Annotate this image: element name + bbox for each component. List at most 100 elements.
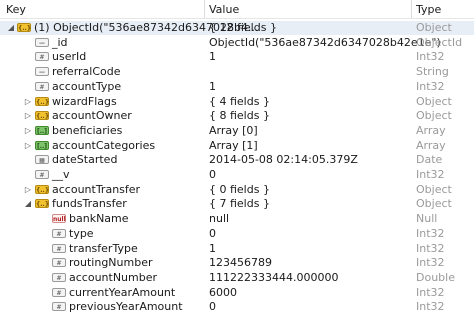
field-value[interactable]: 0 [209,168,216,182]
field-key: referralCode [52,65,121,79]
field-value[interactable]: 6000 [209,286,237,300]
number-icon: # [52,287,66,297]
field-value[interactable]: 123456789 [209,256,272,270]
tree-row[interactable]: # accountType 1 Int32 [0,80,474,94]
column-header-key[interactable]: Key [6,3,26,16]
field-value[interactable]: 1 [209,80,216,94]
number-icon: # [52,302,66,312]
expand-arrow-icon[interactable]: ▷ [23,124,33,138]
field-value[interactable]: 2014-05-08 02:14:05.379Z [209,153,358,167]
field-value[interactable]: 0 [209,227,216,241]
array-icon: [..] [35,140,49,150]
field-key: beneficiaries [52,123,123,137]
field-value[interactable]: Array [1] [209,139,258,153]
string-icon: — [35,67,49,77]
tree-row[interactable]: ▦ dateStarted 2014-05-08 02:14:05.379Z Date [0,153,474,167]
field-key: type [69,226,94,240]
field-value[interactable]: 111222333444.000000 [209,271,338,285]
field-type: Double [416,270,455,284]
field-value[interactable]: ObjectId("536ae87342d6347028b42e1e") [209,36,441,50]
expand-arrow-icon[interactable]: ▷ [23,95,33,109]
collapse-arrow-icon[interactable]: ◢ [23,197,33,211]
field-value[interactable]: { 0 fields } [209,183,270,197]
field-value[interactable]: { 12 fields } [209,21,277,35]
expand-arrow-icon[interactable]: ▷ [23,139,33,153]
tree-row[interactable]: null bankName null Null [0,212,474,226]
field-type: Int32 [416,285,445,299]
tree-row[interactable]: # previousYearAmount 0 Int32 [0,300,474,314]
document-tree-view[interactable]: Key Value Type ◢ {..} (1) ObjectId("536ae8… [0,0,474,329]
field-type: Int32 [416,79,445,93]
tree-row[interactable]: ▷ {..} wizardFlags { 4 fields } Object [0,95,474,109]
tree-row[interactable]: ▷ {..} accountTransfer { 0 fields } Object [0,183,474,197]
field-key: accountNumber [69,270,158,284]
tree-row[interactable]: # type 0 Int32 [0,227,474,241]
number-icon: # [52,272,66,282]
number-icon: # [52,228,66,238]
field-key: accountType [52,79,122,93]
field-type: Int32 [416,300,445,314]
field-value[interactable]: Array [0] [209,124,258,138]
field-type: Object [416,94,452,108]
tree-row[interactable]: # transferType 1 Int32 [0,242,474,256]
object-icon: {..} [35,184,50,194]
object-icon: {..} [17,23,32,32]
string-icon: — [35,37,49,47]
column-header-type[interactable]: Type [416,3,441,16]
field-value[interactable]: 1 [209,242,216,256]
field-value[interactable]: { 8 fields } [209,109,270,123]
tree-row[interactable]: # currentYearAmount 6000 Int32 [0,286,474,300]
column-divider[interactable] [204,0,205,18]
tree-row[interactable]: # userId 1 Int32 [0,50,474,64]
field-key: userId [52,50,87,64]
expand-arrow-icon[interactable]: ▷ [23,109,33,123]
collapse-arrow-icon[interactable]: ◢ [6,21,16,35]
field-type: ObjectId [416,35,463,49]
field-value[interactable]: { 4 fields } [209,95,270,109]
expand-arrow-icon[interactable]: ▷ [23,183,33,197]
number-icon: # [52,258,66,268]
tree-row[interactable]: ▷ [..] accountCategories Array [1] Array [0,139,474,153]
number-icon: # [35,170,49,179]
null-icon: null [52,214,66,224]
column-header: Key Value Type [0,0,474,19]
tree-row[interactable]: # __v 0 Int32 [0,168,474,182]
field-type: Int32 [416,226,445,240]
field-type: Int32 [416,168,445,181]
column-divider[interactable] [411,0,412,18]
field-key: accountCategories [52,138,156,152]
tree-row[interactable]: ▷ {..} accountOwner { 8 fields } Object [0,109,474,123]
field-value[interactable]: { 7 fields } [209,197,270,211]
tree-row[interactable]: # routingNumber 123456789 Int32 [0,256,474,270]
field-value[interactable]: null [209,212,229,226]
tree-row[interactable]: ◢ {..} (1) ObjectId("536ae87342d6347028b4.… [0,21,474,35]
tree-row[interactable]: — _id ObjectId("536ae87342d6347028b42e1e")… [0,36,474,50]
field-key: routingNumber [69,256,153,270]
field-key: dateStarted [52,153,118,167]
field-value[interactable]: 1 [209,50,216,64]
number-icon: # [35,52,49,62]
field-type: Object [416,109,452,123]
field-type: Null [416,212,438,226]
field-key: fundsTransfer [52,197,127,211]
tree-row[interactable]: ▷ [..] beneficiaries Array [0] Array [0,124,474,138]
tree-row[interactable]: ◢ {..} fundsTransfer { 7 fields } Object [0,197,474,211]
field-type: Date [416,153,443,167]
field-value[interactable]: 0 [209,300,216,314]
field-type: Int32 [416,241,445,255]
tree-row[interactable]: — referralCode String [0,65,474,79]
column-header-value[interactable]: Value [209,3,239,16]
field-type: Array [416,138,446,152]
field-key: wizardFlags [52,94,117,108]
tree-row[interactable]: # accountNumber 111222333444.000000 Double [0,271,474,285]
field-type: Object [416,197,452,211]
